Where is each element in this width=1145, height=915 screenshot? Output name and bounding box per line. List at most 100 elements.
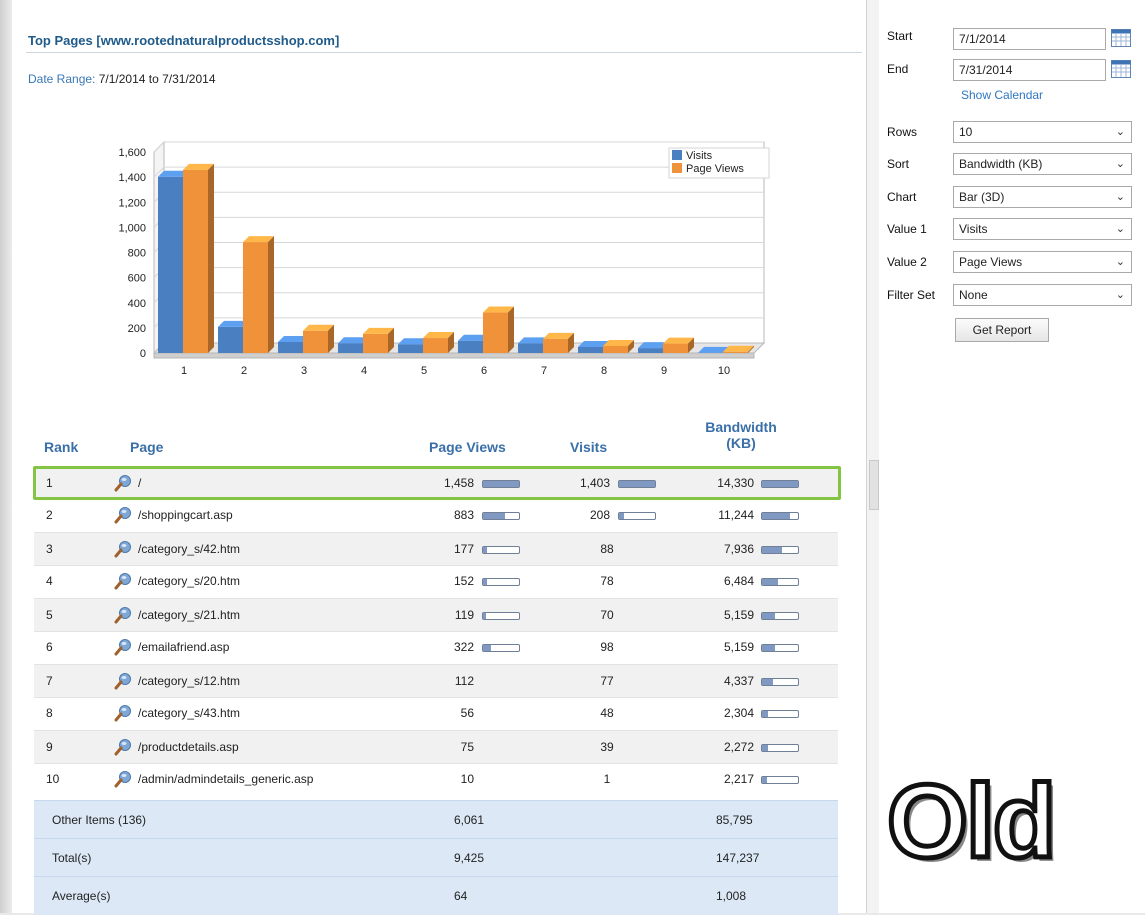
calendar-icon[interactable] xyxy=(1111,60,1131,78)
panel-splitter[interactable] xyxy=(866,0,880,913)
chevron-down-icon: ⌄ xyxy=(1116,190,1125,203)
page-magnifier-icon[interactable] xyxy=(114,672,132,690)
title-divider xyxy=(26,52,862,53)
page-magnifier-icon[interactable] xyxy=(114,638,132,656)
visits-bar xyxy=(618,480,656,488)
bandwidth-bar xyxy=(761,644,799,652)
summary-label: Other Items (136) xyxy=(52,813,146,827)
bandwidth-cell: 2,272 xyxy=(674,740,754,754)
header-rank[interactable]: Rank xyxy=(44,439,78,455)
page-link[interactable]: /category_s/21.htm xyxy=(138,608,240,622)
header-page[interactable]: Page xyxy=(130,439,163,455)
sort-select[interactable]: Bandwidth (KB) ⌄ xyxy=(953,153,1132,175)
filter-set-select[interactable]: None ⌄ xyxy=(953,284,1132,306)
bandwidth-bar-fill xyxy=(762,547,782,553)
end-date-input[interactable]: 7/31/2014 xyxy=(953,59,1106,81)
calendar-icon[interactable] xyxy=(1111,29,1131,47)
bar-front xyxy=(543,339,568,353)
page-views-bar xyxy=(482,480,520,488)
bandwidth-bar xyxy=(761,776,799,784)
table-row[interactable]: 7/category_s/12.htm112774,337 xyxy=(34,664,838,698)
rank-cell: 9 xyxy=(46,740,53,754)
table-row[interactable]: 10/admin/admindetails_generic.asp1012,21… xyxy=(34,763,838,795)
summary-label: Total(s) xyxy=(52,851,91,865)
page-magnifier-icon[interactable] xyxy=(114,770,132,788)
page-magnifier-icon[interactable] xyxy=(114,474,132,492)
page-views-bar xyxy=(482,546,520,554)
visits-cell: 98 xyxy=(582,640,632,654)
bandwidth-bar xyxy=(761,512,799,520)
page-link[interactable]: /shoppingcart.asp xyxy=(138,508,233,522)
page-magnifier-icon[interactable] xyxy=(114,606,132,624)
table-row[interactable]: 1/1,4581,40314,330 xyxy=(34,466,838,500)
old-overlay-label: Old xyxy=(887,770,1054,874)
bandwidth-bar xyxy=(761,578,799,586)
bar-front xyxy=(458,341,483,353)
start-date-input[interactable]: 7/1/2014 xyxy=(953,28,1106,50)
header-bandwidth[interactable]: Bandwidth (KB) xyxy=(696,419,786,451)
page-magnifier-icon[interactable] xyxy=(114,572,132,590)
page-magnifier-icon[interactable] xyxy=(114,540,132,558)
bar-front xyxy=(243,242,268,353)
header-page-views[interactable]: Page Views xyxy=(429,439,506,455)
bar-front xyxy=(278,342,303,353)
visits-cell: 208 xyxy=(534,508,610,522)
report-panel: Top Pages [www.rootednaturalproductsshop… xyxy=(12,0,866,913)
bandwidth-cell: 2,304 xyxy=(674,706,754,720)
table-row[interactable]: 4/category_s/20.htm152786,484 xyxy=(34,565,838,597)
table-row[interactable]: 3/category_s/42.htm177887,936 xyxy=(34,532,838,566)
page-magnifier-icon[interactable] xyxy=(114,738,132,756)
page-link[interactable]: /productdetails.asp xyxy=(138,740,239,754)
bar-side xyxy=(508,307,514,353)
page-views-cell: 56 xyxy=(394,706,474,720)
table-row[interactable]: 2/shoppingcart.asp88320811,244 xyxy=(34,499,838,531)
visits-cell: 70 xyxy=(582,608,632,622)
table-row[interactable]: 6/emailafriend.asp322985,159 xyxy=(34,631,838,663)
page-link[interactable]: / xyxy=(138,476,141,490)
value2-select[interactable]: Page Views ⌄ xyxy=(953,251,1132,273)
table-row[interactable]: 8/category_s/43.htm56482,304 xyxy=(34,697,838,729)
page-views-bar-fill xyxy=(483,513,505,519)
date-range: Date Range: 7/1/2014 to 7/31/2014 xyxy=(28,72,216,86)
left-edge-shadow xyxy=(0,0,12,913)
show-calendar-link[interactable]: Show Calendar xyxy=(961,88,1043,102)
value1-select[interactable]: Visits ⌄ xyxy=(953,218,1132,240)
page-link[interactable]: /admin/admindetails_generic.asp xyxy=(138,772,313,786)
page-link[interactable]: /emailafriend.asp xyxy=(138,640,229,654)
chart-type-select-value: Bar (3D) xyxy=(959,190,1004,204)
bandwidth-bar-fill xyxy=(762,645,775,651)
end-label: End xyxy=(887,62,908,76)
page-magnifier-icon[interactable] xyxy=(114,506,132,524)
page-link[interactable]: /category_s/20.htm xyxy=(138,574,240,588)
bandwidth-cell: 7,936 xyxy=(674,542,754,556)
table-row[interactable]: 5/category_s/21.htm119705,159 xyxy=(34,598,838,632)
y-tick-label: 1,000 xyxy=(118,222,146,234)
x-tick-label: 9 xyxy=(661,365,667,377)
bandwidth-bar-fill xyxy=(762,679,773,685)
bandwidth-bar xyxy=(761,678,799,686)
table-row[interactable]: 9/productdetails.asp75392,272 xyxy=(34,730,838,764)
page-link[interactable]: /category_s/12.htm xyxy=(138,674,240,688)
header-visits[interactable]: Visits xyxy=(570,439,607,455)
visits-cell: 48 xyxy=(582,706,632,720)
header-bandwidth-line1: Bandwidth xyxy=(696,419,786,435)
get-report-button[interactable]: Get Report xyxy=(955,318,1049,342)
bandwidth-cell: 5,159 xyxy=(674,640,754,654)
page-link[interactable]: /category_s/42.htm xyxy=(138,542,240,556)
rank-cell: 7 xyxy=(46,674,53,688)
top-pages-chart: 02004006008001,0001,2001,4001,6001234567… xyxy=(82,140,782,405)
value2-select-value: Page Views xyxy=(959,255,1022,269)
value1-label: Value 1 xyxy=(887,222,927,236)
y-tick-label: 400 xyxy=(128,298,146,310)
page-link[interactable]: /category_s/43.htm xyxy=(138,706,240,720)
splitter-grip[interactable] xyxy=(869,460,879,510)
bandwidth-bar xyxy=(761,546,799,554)
bar-front xyxy=(483,313,508,353)
chart-type-select[interactable]: Bar (3D) ⌄ xyxy=(953,186,1132,208)
rows-select[interactable]: 10 ⌄ xyxy=(953,121,1132,143)
page-magnifier-icon[interactable] xyxy=(114,704,132,722)
page-views-bar-fill xyxy=(483,547,487,553)
bar-front xyxy=(723,352,748,353)
visits-cell: 1 xyxy=(582,772,632,786)
page-views-bar xyxy=(482,644,520,652)
